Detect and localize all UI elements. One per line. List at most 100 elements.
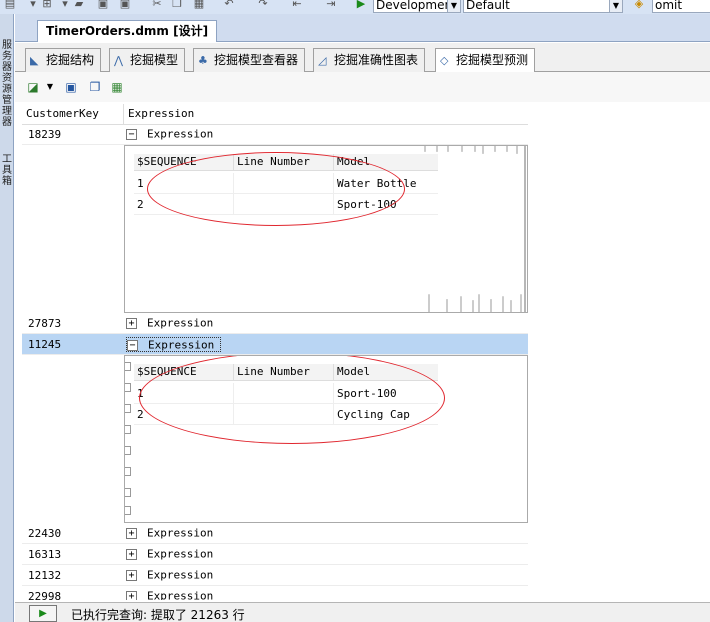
tree-guide-lines bbox=[125, 356, 134, 522]
expand-icon[interactable]: + bbox=[126, 548, 137, 560]
red-highlight-circle bbox=[147, 152, 405, 226]
expression-cell[interactable]: + Expression bbox=[126, 547, 213, 562]
prediction-toolbar: ◪ ▼ ▣ ❐ ▦ bbox=[15, 72, 710, 102]
tab-label: 挖掘模型预测 bbox=[456, 53, 529, 67]
main-toolbar: ▤ ▾ ⊞ ▾ ▰ ▣ ▣ ✂ ❐ ▦ ↶ ↷ ⇤ ⇥ ▶ Developmen… bbox=[0, 0, 710, 14]
collapse-icon[interactable]: − bbox=[126, 128, 137, 140]
navigate-back-icon[interactable]: ⇤ bbox=[290, 0, 304, 11]
solution-platform-value: Default bbox=[466, 0, 510, 12]
new-project-icon[interactable]: ▤ bbox=[3, 0, 17, 11]
solution-configuration-combo[interactable]: Development ▼ bbox=[373, 0, 461, 13]
run-query-icon[interactable]: ▦ bbox=[109, 79, 125, 95]
tab-label: 挖掘模型查看器 bbox=[214, 53, 299, 67]
undo-icon[interactable]: ↶ bbox=[222, 0, 236, 11]
table-row-selected[interactable]: 11245 − Expression bbox=[22, 334, 528, 355]
tab-label: 挖掘准确性图表 bbox=[334, 53, 419, 67]
tab-mining-models[interactable]: ⋀ 挖掘模型 bbox=[109, 48, 186, 72]
table-row[interactable]: 12132 + Expression bbox=[22, 565, 528, 586]
solution-platform-combo[interactable]: Default ▼ bbox=[463, 0, 623, 13]
cut-icon[interactable]: ✂ bbox=[150, 0, 164, 11]
switch-view-icon[interactable]: ◪ bbox=[25, 79, 41, 95]
expression-cell[interactable]: + Expression bbox=[126, 568, 213, 583]
save-icon[interactable]: ▣ bbox=[96, 0, 110, 11]
paste-icon[interactable]: ▦ bbox=[192, 0, 206, 11]
solution-configuration-value: Development bbox=[376, 0, 457, 12]
customer-key-cell: 27873 bbox=[28, 317, 62, 330]
tab-label: 挖掘模型 bbox=[130, 53, 179, 67]
expression-label: Expression bbox=[147, 127, 214, 141]
expression-cell[interactable]: + Expression bbox=[126, 589, 213, 600]
customer-key-cell: 18239 bbox=[28, 128, 62, 141]
structure-icon: ◣ bbox=[30, 54, 39, 67]
expression-label: Expression bbox=[147, 547, 214, 561]
chevron-down-icon[interactable]: ▼ bbox=[42, 79, 58, 95]
expression-label: Expression bbox=[147, 526, 214, 540]
expression-cell[interactable]: + Expression bbox=[126, 316, 213, 331]
table-row[interactable]: 16313 + Expression bbox=[22, 544, 528, 565]
copy-icon[interactable]: ❐ bbox=[170, 0, 184, 11]
find-combo[interactable]: omit bbox=[652, 0, 710, 13]
nested-table: $SEQUENCE Line Number Model 1 Water Bott… bbox=[124, 145, 528, 313]
viewer-icon: ♣ bbox=[198, 54, 208, 67]
open-folder-icon[interactable]: ▰ bbox=[72, 0, 86, 11]
tab-mining-model-prediction[interactable]: ◇ 挖掘模型预测 bbox=[435, 48, 536, 73]
navigate-forward-icon[interactable]: ⇥ bbox=[324, 0, 338, 11]
toolbox-tab[interactable]: 工具箱 bbox=[1, 154, 13, 187]
model-icon: ⋀ bbox=[114, 54, 124, 67]
document-tab[interactable]: TimerOrders.dmm [设计] bbox=[37, 20, 218, 42]
column-header-customerkey[interactable]: CustomerKey bbox=[22, 104, 124, 125]
scroll-marker-strip bbox=[424, 146, 526, 312]
customer-key-cell: 11245 bbox=[28, 338, 62, 351]
server-explorer-tab[interactable]: 服务器资源管理器 bbox=[1, 40, 13, 128]
tab-label: 挖掘结构 bbox=[46, 53, 95, 67]
expression-label: Expression bbox=[147, 316, 214, 330]
find-combo-value: omit bbox=[655, 0, 683, 12]
customer-key-cell: 22998 bbox=[28, 590, 62, 600]
table-row[interactable]: 18239 − Expression bbox=[22, 124, 528, 145]
save-all-icon[interactable]: ▣ bbox=[118, 0, 132, 11]
start-debug-icon[interactable]: ▶ bbox=[354, 0, 368, 11]
status-text: 已执行完查询: 提取了 21263 行 bbox=[71, 608, 245, 622]
copy-results-icon[interactable]: ❐ bbox=[87, 79, 103, 95]
nested-table: $SEQUENCE Line Number Model 1 Sport-100 … bbox=[124, 355, 528, 523]
chevron-down-icon[interactable]: ▼ bbox=[447, 0, 460, 12]
expression-cell[interactable]: − Expression bbox=[126, 337, 222, 352]
save-results-icon[interactable]: ▣ bbox=[63, 79, 79, 95]
expand-icon[interactable]: + bbox=[126, 527, 137, 539]
chevron-down-icon[interactable]: ▼ bbox=[609, 0, 622, 12]
chart-icon: ◿ bbox=[318, 54, 327, 67]
expression-label: Expression bbox=[147, 568, 214, 582]
tab-mining-structure[interactable]: ◣ 挖掘结构 bbox=[25, 48, 102, 72]
designer-tab-strip: ◣ 挖掘结构 ⋀ 挖掘模型 ♣ 挖掘模型查看器 ◿ 挖掘准确性图表 ◇ 挖掘模型预测 bbox=[15, 43, 710, 73]
expression-label: Expression bbox=[147, 589, 214, 601]
dropdown-arrow-icon[interactable]: ▾ bbox=[58, 0, 72, 11]
grid-header: CustomerKey Expression bbox=[22, 104, 528, 125]
expand-icon[interactable]: + bbox=[126, 569, 137, 581]
customer-key-cell: 16313 bbox=[28, 548, 62, 561]
expression-cell[interactable]: − Expression bbox=[126, 127, 213, 142]
red-highlight-circle bbox=[139, 356, 445, 444]
play-icon: ▶ bbox=[39, 608, 47, 619]
collapse-icon[interactable]: − bbox=[127, 339, 138, 351]
side-tool-panel: 服务器资源管理器 工具箱 bbox=[0, 14, 14, 622]
expand-icon[interactable]: + bbox=[126, 317, 137, 329]
prediction-icon: ◇ bbox=[440, 54, 449, 67]
find-icon[interactable]: ◈ bbox=[632, 0, 646, 11]
tab-mining-model-viewer[interactable]: ♣ 挖掘模型查看器 bbox=[193, 48, 306, 72]
table-row[interactable]: 22998 + Expression bbox=[22, 586, 528, 600]
column-header-expression[interactable]: Expression bbox=[124, 104, 528, 125]
status-bar: ▶ 已执行完查询: 提取了 21263 行 bbox=[15, 602, 710, 622]
tab-mining-accuracy-chart[interactable]: ◿ 挖掘准确性图表 bbox=[313, 48, 426, 72]
add-item-icon[interactable]: ⊞ bbox=[40, 0, 54, 11]
redo-icon[interactable]: ↷ bbox=[256, 0, 270, 11]
customer-key-cell: 12132 bbox=[28, 569, 62, 582]
expression-cell[interactable]: + Expression bbox=[126, 526, 213, 541]
dropdown-arrow-icon[interactable]: ▾ bbox=[26, 0, 40, 11]
run-query-button[interactable]: ▶ bbox=[29, 605, 57, 622]
prediction-results-grid: CustomerKey Expression 18239 − Expression… bbox=[22, 104, 528, 600]
expression-label: Expression bbox=[148, 338, 215, 352]
document-tab-strip: TimerOrders.dmm [设计] bbox=[15, 14, 710, 42]
table-row[interactable]: 27873 + Expression bbox=[22, 313, 528, 334]
expand-icon[interactable]: + bbox=[126, 590, 137, 600]
table-row[interactable]: 22430 + Expression bbox=[22, 523, 528, 544]
